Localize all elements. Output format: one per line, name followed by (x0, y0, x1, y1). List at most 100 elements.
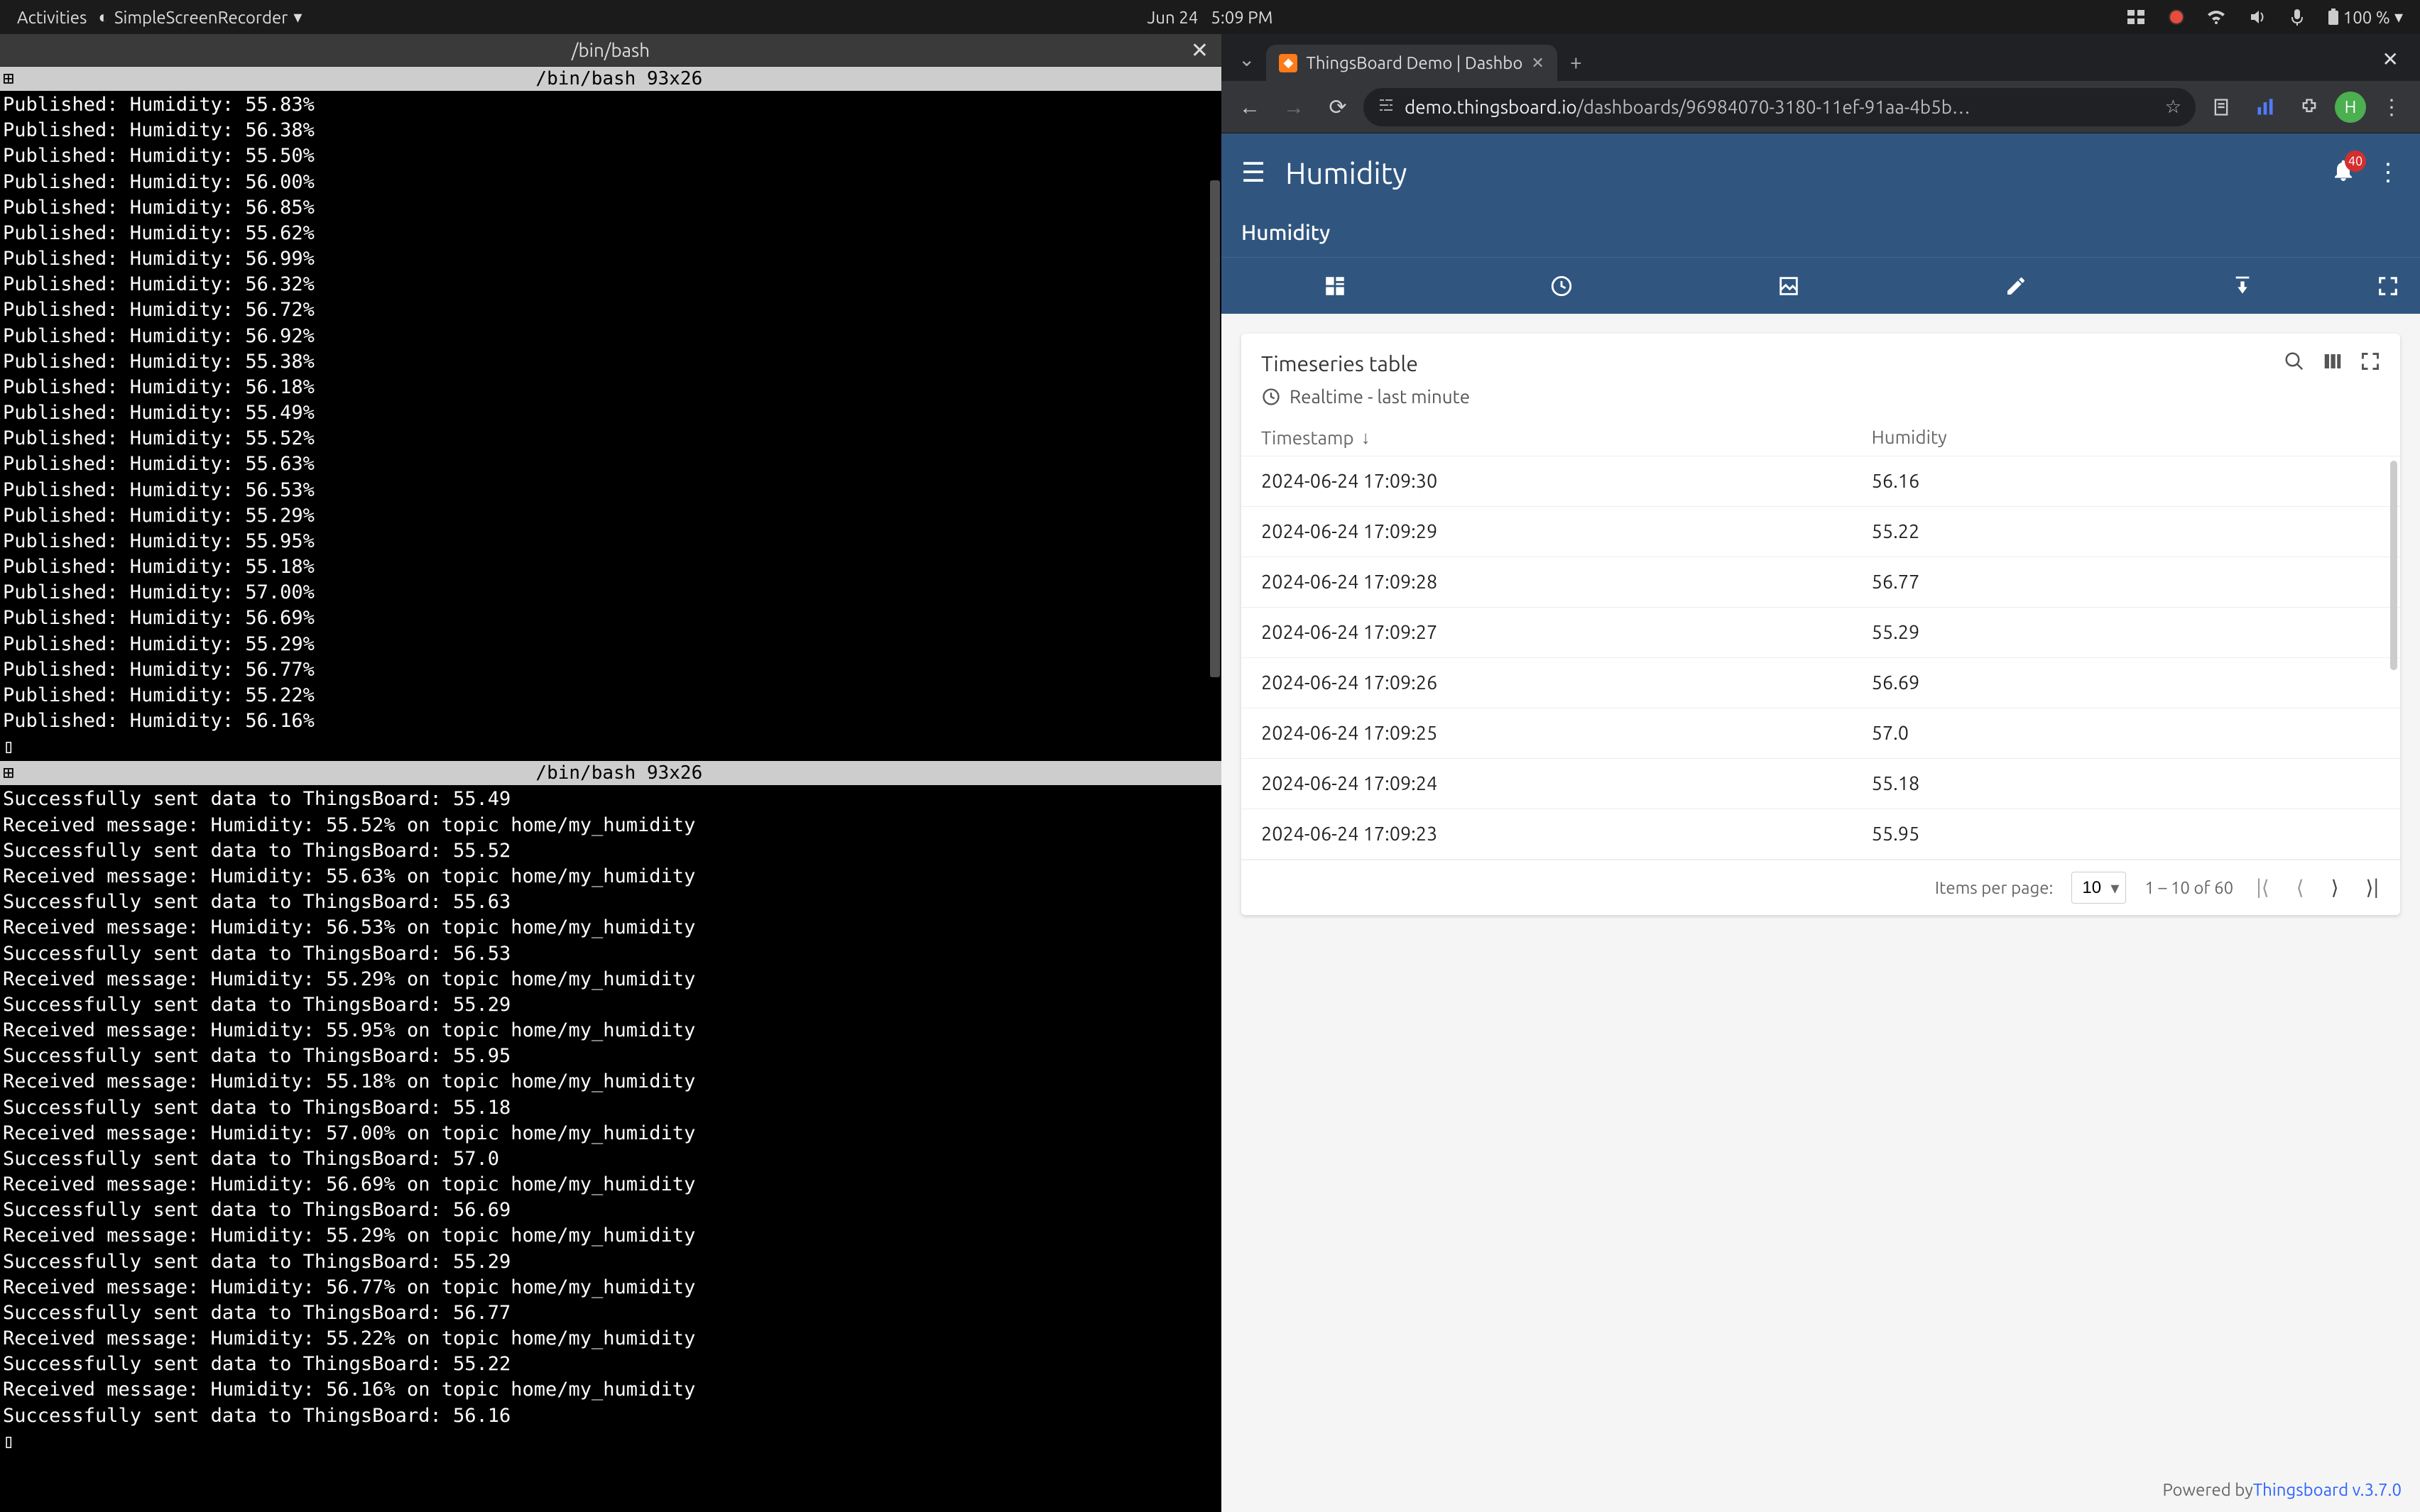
address-bar: ← → ⟳ demo.thingsboard.io/dashboards/969… (1221, 81, 2420, 133)
new-tab-button[interactable]: + (1557, 43, 1595, 81)
terminal-window: /bin/bash ✕ ⊞ /bin/bash 93x26 Published:… (0, 34, 1221, 1512)
last-page-button[interactable]: ⟩| (2362, 873, 2383, 902)
search-icon[interactable] (2284, 351, 2305, 376)
footer-link[interactable]: Thingsboard v.3.7.0 (2253, 1480, 2402, 1499)
footer-pre: Powered by (2162, 1480, 2252, 1499)
columns-icon[interactable] (2322, 351, 2343, 376)
url-host: demo.thingsboard.io (1405, 97, 1576, 117)
workspace-icon[interactable] (2122, 7, 2152, 27)
sort-desc-icon: ↓ (1361, 427, 1370, 449)
thingsboard-app: ☰ Humidity 40 ⋮ Humidity (1221, 133, 2420, 1512)
fullscreen-button[interactable] (2356, 258, 2420, 314)
url-text: demo.thingsboard.io/dashboards/96984070-… (1405, 97, 2155, 117)
split-icon: ⊞ (3, 762, 14, 784)
back-button[interactable]: ← (1231, 89, 1268, 126)
app-icon: ◐ (98, 7, 109, 28)
table-row[interactable]: 2024-06-24 17:09:30 56.16 (1241, 456, 2400, 507)
entities-button[interactable] (1221, 258, 1449, 314)
tab-dropdown[interactable]: ⌄ (1227, 38, 1266, 81)
table-row[interactable]: 2024-06-24 17:09:28 56.77 (1241, 557, 2400, 608)
site-settings-icon[interactable] (1378, 97, 1395, 117)
app-menu-button[interactable]: ⋮ (2376, 158, 2400, 187)
cell-humidity: 57.0 (1872, 723, 2380, 744)
terminal-output-bottom: Successfully sent data to ThingsBoard: 5… (0, 785, 1221, 1455)
battery-icon (2328, 9, 2339, 26)
pager-range: 1 – 10 of 60 (2144, 878, 2233, 897)
table-scrollbar-thumb[interactable] (2390, 461, 2397, 670)
date-label: Jun 24 (1147, 8, 1198, 27)
forward-button[interactable]: → (1275, 89, 1312, 126)
wifi-icon[interactable] (2201, 7, 2231, 27)
table-row[interactable]: 2024-06-24 17:09:29 55.22 (1241, 507, 2400, 557)
profile-avatar[interactable]: H (2335, 92, 2366, 123)
cell-timestamp: 2024-06-24 17:09:25 (1261, 723, 1872, 744)
app-name: SimpleScreenRecorder (114, 8, 288, 27)
export-image-button[interactable] (1675, 258, 1902, 314)
window-close-button[interactable]: ✕ (2367, 38, 2414, 81)
url-path: /dashboards/96984070-3180-11ef-91aa-4b5b… (1576, 97, 1970, 117)
col-humidity-label: Humidity (1872, 427, 1947, 447)
table-row[interactable]: 2024-06-24 17:09:26 56.69 (1241, 658, 2400, 708)
close-button[interactable]: ✕ (1191, 38, 1209, 63)
cell-timestamp: 2024-06-24 17:09:23 (1261, 823, 1872, 845)
bookmark-star-icon[interactable]: ☆ (2165, 96, 2181, 118)
omnibox[interactable]: demo.thingsboard.io/dashboards/96984070-… (1363, 88, 2196, 126)
page-size-select[interactable]: 10 (2071, 872, 2126, 904)
browser-menu-button[interactable]: ⋮ (2373, 89, 2410, 126)
mic-icon[interactable] (2285, 6, 2309, 28)
read-mode-icon[interactable] (2203, 89, 2240, 126)
cell-timestamp: 2024-06-24 17:09:29 (1261, 521, 1872, 542)
download-button[interactable] (2129, 258, 2356, 314)
app-menu[interactable]: ◐ SimpleScreenRecorder ▾ (92, 4, 307, 31)
split-icon: ⊞ (3, 68, 14, 89)
hamburger-button[interactable]: ☰ (1241, 157, 1265, 188)
recording-indicator[interactable] (2164, 8, 2189, 26)
record-dot-icon (2170, 11, 2183, 23)
dashboard-toolbar (1221, 257, 2420, 314)
clock-icon (1261, 387, 1281, 407)
reload-button[interactable]: ⟳ (1319, 89, 1356, 126)
prev-page-button[interactable]: ⟨ (2292, 873, 2309, 902)
footer: Powered by Thingsboard v.3.7.0 (1221, 1472, 2420, 1512)
terminal-titlebar[interactable]: /bin/bash ✕ (0, 34, 1221, 67)
widget-title: Timeseries table (1261, 351, 2267, 376)
activities-button[interactable]: Activities (11, 5, 92, 30)
gnome-top-bar: Activities ◐ SimpleScreenRecorder ▾ Jun … (0, 0, 2420, 34)
table-row[interactable]: 2024-06-24 17:09:24 55.18 (1241, 759, 2400, 809)
table-row[interactable]: 2024-06-24 17:09:23 55.95 (1241, 809, 2400, 860)
notifications-button[interactable]: 40 (2331, 158, 2356, 188)
notification-badge: 40 (2345, 150, 2366, 172)
time-range[interactable]: Realtime - last minute (1241, 380, 2400, 420)
col-timestamp[interactable]: Timestamp ↓ (1261, 427, 1872, 449)
terminal-pane-bottom[interactable]: ⊞ /bin/bash 93x26 Successfully sent data… (0, 761, 1221, 1512)
next-page-button[interactable]: ⟩ (2327, 873, 2343, 902)
terminal-pane-top[interactable]: ⊞ /bin/bash 93x26 Published: Humidity: 5… (0, 67, 1221, 761)
battery-status[interactable]: 100 % ▾ (2322, 4, 2409, 30)
browser-tab[interactable]: ◆ ThingsBoard Demo | Dashbo ✕ (1266, 45, 1557, 81)
extensions-icon[interactable] (2291, 89, 2328, 126)
cell-humidity: 56.77 (1872, 571, 2380, 593)
first-page-button[interactable]: |⟨ (2252, 873, 2273, 902)
timewindow-button[interactable] (1449, 258, 1676, 314)
timeseries-widget: Timeseries table Realtime - la (1241, 334, 2400, 915)
time-label: 5:09 PM (1211, 8, 1272, 27)
clock[interactable]: Jun 24 5:09 PM (1147, 8, 1272, 27)
table-row[interactable]: 2024-06-24 17:09:27 55.29 (1241, 608, 2400, 658)
page-title: Humidity (1285, 156, 1407, 190)
col-humidity[interactable]: Humidity (1872, 427, 2380, 449)
terminal-output-top: Published: Humidity: 55.83% Published: H… (0, 91, 1221, 761)
tab-close-button[interactable]: ✕ (1531, 54, 1544, 72)
profile-letter: H (2345, 97, 2357, 116)
dashboard-subtitle: Humidity (1221, 212, 2420, 257)
edit-button[interactable] (1902, 258, 2130, 314)
table-row[interactable]: 2024-06-24 17:09:25 57.0 (1241, 708, 2400, 759)
volume-icon[interactable] (2244, 6, 2272, 28)
cell-timestamp: 2024-06-24 17:09:28 (1261, 571, 1872, 593)
tab-title: ThingsBoard Demo | Dashbo (1306, 53, 1522, 72)
browser-window: ⌄ ◆ ThingsBoard Demo | Dashbo ✕ + ✕ ← → … (1221, 34, 2420, 1512)
col-timestamp-label: Timestamp (1261, 427, 1354, 448)
scrollbar-thumb[interactable] (1210, 180, 1220, 677)
cell-humidity: 55.29 (1872, 622, 2380, 643)
widget-fullscreen-icon[interactable] (2360, 351, 2380, 376)
analytics-icon[interactable] (2247, 89, 2284, 126)
